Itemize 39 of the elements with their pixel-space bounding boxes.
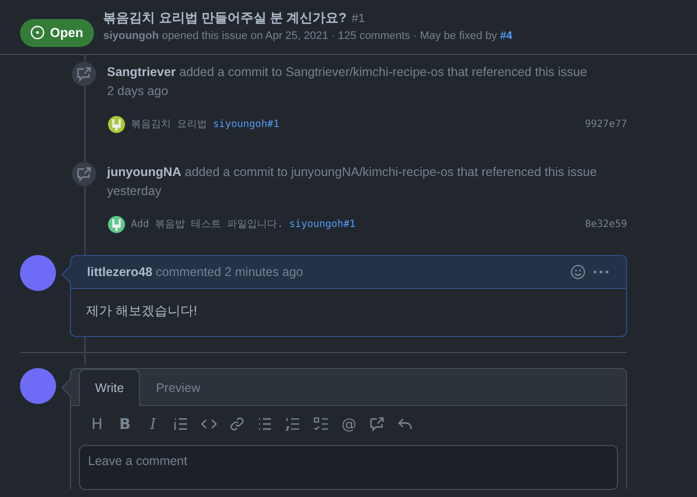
state-badge[interactable]: Open: [20, 18, 94, 46]
cross-reference-icon: [76, 66, 92, 82]
event-time: yesterday: [107, 183, 162, 200]
issue-meta: siyoungoh opened this issue on Apr 25, 2021 · 125 comments · May be fixed by #4: [103, 30, 512, 42]
avatar-icon[interactable]: [20, 255, 56, 291]
toolbar-button[interactable]: B: [113, 412, 137, 436]
commit-avatar-icon: [108, 216, 125, 232]
comment-body: 제가 해보겠습니다!: [85, 302, 198, 320]
commit-avatar-icon: [108, 116, 125, 132]
comment-header-text: littlezero48 commented 2 minutes ago: [87, 265, 304, 279]
issue-title: 볶음김치 요리법 만들어주실 분 계신가요?: [103, 9, 347, 27]
issue-reference-link[interactable]: siyoungoh#1: [213, 118, 280, 130]
commit-message: 볶음김치 요리법: [131, 118, 208, 131]
link-icon[interactable]: [229, 416, 245, 432]
toolbar-button[interactable]: H: [85, 412, 109, 436]
event-text: junyoungNA added a commit to junyoungNA/kimchi-recipe-os that referenced this issue: [107, 164, 597, 181]
commit-sha[interactable]: 8e32e59: [584, 218, 627, 230]
cross-reference-icon: [76, 166, 92, 182]
commit-message: Add 볶음밥 테스트 파일입니다.: [131, 218, 284, 231]
open-issue-icon: [30, 25, 45, 40]
smiley-icon[interactable]: [570, 264, 586, 280]
commit-sha[interactable]: 9927e77: [584, 118, 627, 130]
toolbar-button[interactable]: @: [337, 412, 361, 436]
avatar-icon[interactable]: [20, 368, 56, 404]
editor-tab[interactable]: Write: [79, 369, 140, 406]
fix-link[interactable]: #4: [500, 30, 512, 42]
reference-icon[interactable]: [369, 416, 385, 432]
comment-input[interactable]: Leave a comment: [79, 445, 618, 490]
editor-tab[interactable]: Preview: [140, 369, 216, 406]
reply-icon[interactable]: [397, 416, 413, 432]
event-time: 2 days ago: [107, 83, 170, 100]
toolbar-button[interactable]: I: [141, 412, 165, 436]
task-list-icon[interactable]: [313, 416, 329, 432]
quote-icon[interactable]: [173, 416, 189, 432]
issue-reference-link[interactable]: siyoungoh#1: [289, 218, 356, 230]
event-text: Sangtriever added a commit to Sangtriever/kimchi-recipe-os that referenced this issue: [107, 64, 588, 81]
bullet-list-icon[interactable]: [257, 416, 273, 432]
numbered-list-icon[interactable]: [285, 416, 301, 432]
issue-number: #1: [352, 11, 365, 25]
